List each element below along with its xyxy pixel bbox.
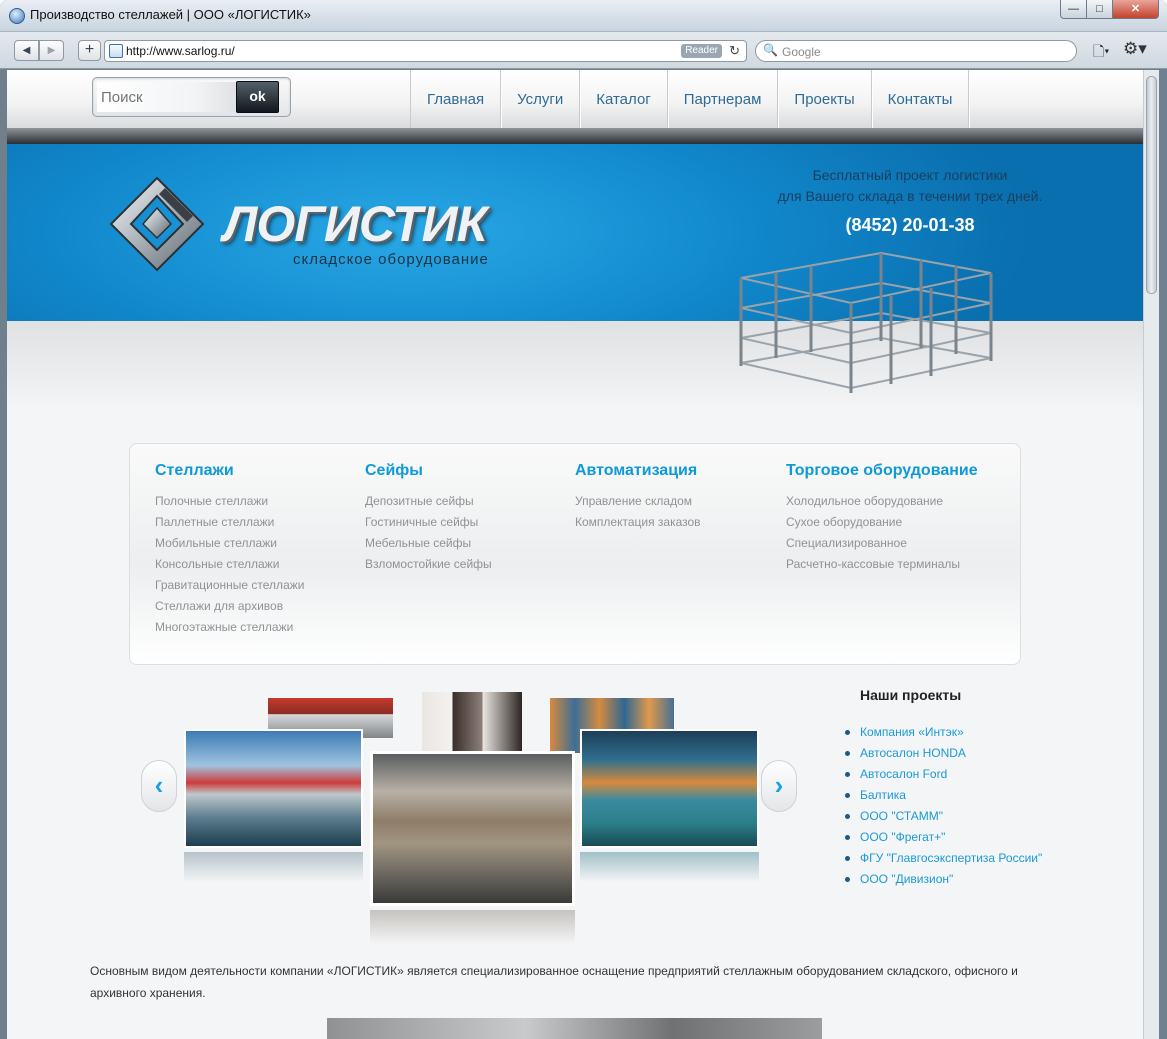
category-title[interactable]: Автоматизация bbox=[575, 462, 701, 480]
window-border bbox=[1159, 70, 1167, 1039]
logo-mark-icon[interactable] bbox=[105, 174, 209, 278]
reader-button[interactable]: Reader bbox=[681, 44, 722, 58]
category-panel: Стеллажи Полочные стеллажи Паллетные сте… bbox=[129, 443, 1021, 665]
browser-window: Производство стеллажей | ООО «ЛОГИСТИК» … bbox=[0, 0, 1167, 1039]
nav-contacts[interactable]: Контакты bbox=[872, 70, 970, 128]
window-title: Производство стеллажей | ООО «ЛОГИСТИК» bbox=[30, 7, 311, 22]
site-search-input[interactable] bbox=[97, 82, 237, 112]
projects-title: Наши проекты bbox=[860, 687, 962, 703]
category-link[interactable]: Комплектация заказов bbox=[575, 512, 701, 533]
minimize-button[interactable]: — bbox=[1060, 0, 1087, 19]
projects-list: Компания «Интэк» Автосалон HONDA Автосал… bbox=[843, 722, 1042, 890]
browser-search-field[interactable]: 🔍 Google bbox=[755, 40, 1077, 62]
title-bar: Производство стеллажей | ООО «ЛОГИСТИК» … bbox=[0, 0, 1167, 32]
category-link[interactable]: Взломостойкие сейфы bbox=[365, 554, 492, 575]
forward-button[interactable]: ▶ bbox=[39, 40, 64, 61]
nav-services[interactable]: Услуги bbox=[501, 70, 581, 128]
carousel-reflection-left bbox=[184, 852, 363, 882]
site-search: ok bbox=[92, 77, 291, 117]
project-link[interactable]: Автосалон Ford bbox=[843, 764, 1042, 785]
carousel-prev-button[interactable]: ‹ bbox=[141, 760, 177, 812]
bottom-photo bbox=[327, 1018, 822, 1039]
search-icon: 🔍 bbox=[763, 43, 778, 57]
category-link[interactable]: Паллетные стеллажи bbox=[155, 512, 304, 533]
category-link[interactable]: Гостиничные сейфы bbox=[365, 512, 492, 533]
about-text: Основным видом деятельности компании «ЛО… bbox=[90, 964, 1018, 1000]
logo-text[interactable]: ЛОГИСТИК bbox=[223, 195, 487, 253]
category-title[interactable]: Стеллажи bbox=[155, 462, 304, 480]
page-icon bbox=[109, 44, 123, 58]
category-link[interactable]: Мобильные стеллажи bbox=[155, 533, 304, 554]
category-link[interactable]: Гравитационные стеллажи bbox=[155, 575, 304, 596]
carousel-photo-center[interactable] bbox=[370, 751, 575, 906]
category-link[interactable]: Стеллажи для архивов bbox=[155, 596, 304, 617]
main-nav: Главная Услуги Каталог Партнерам Проекты… bbox=[410, 70, 970, 128]
project-link[interactable]: Компания «Интэк» bbox=[843, 722, 1042, 743]
nav-partners[interactable]: Партнерам bbox=[668, 70, 779, 128]
maximize-button[interactable]: □ bbox=[1086, 0, 1113, 19]
gear-icon[interactable]: ⚙▾ bbox=[1123, 39, 1147, 59]
category-shelving: Стеллажи Полочные стеллажи Паллетные сте… bbox=[155, 462, 304, 638]
category-link[interactable]: Сухое оборудование bbox=[786, 512, 978, 533]
category-link[interactable]: Управление складом bbox=[575, 491, 701, 512]
category-link[interactable]: Многоэтажные стеллажи bbox=[155, 617, 304, 638]
back-button[interactable]: ◀ bbox=[14, 40, 39, 61]
carousel-reflection-center bbox=[370, 910, 575, 944]
project-link[interactable]: ООО "СТАММ" bbox=[843, 806, 1042, 827]
close-button[interactable]: ✕ bbox=[1112, 0, 1159, 19]
carousel-photo-left[interactable] bbox=[184, 729, 363, 848]
project-link[interactable]: Автосалон HONDA bbox=[843, 743, 1042, 764]
search-ok-button[interactable]: ok bbox=[236, 81, 279, 113]
banner-phone: (8452) 20-01-38 bbox=[845, 215, 975, 235]
promo-line-2: для Вашего склада в течении трех дней. bbox=[777, 188, 1043, 204]
category-link[interactable]: Расчетно-кассовые терминалы bbox=[786, 554, 978, 575]
vertical-scrollbar[interactable] bbox=[1143, 70, 1159, 1039]
category-safes: Сейфы Депозитные сейфы Гостиничные сейфы… bbox=[365, 462, 492, 575]
category-link[interactable]: Специализированное bbox=[786, 533, 978, 554]
web-page: ok Главная Услуги Каталог Партнерам Прое… bbox=[7, 70, 1143, 1039]
browser-toolbar: ◀ ▶ + http://www.sarlog.ru/ Reader ↻ 🔍 G… bbox=[0, 32, 1167, 69]
browser-search-placeholder[interactable]: Google bbox=[782, 45, 821, 59]
category-link[interactable]: Мебельные сейфы bbox=[365, 533, 492, 554]
url-text[interactable]: http://www.sarlog.ru/ bbox=[126, 44, 235, 58]
carousel-photo-back-2[interactable] bbox=[422, 692, 522, 754]
carousel-photo-right[interactable] bbox=[580, 729, 759, 848]
category-link[interactable]: Депозитные сейфы bbox=[365, 491, 492, 512]
reload-icon[interactable]: ↻ bbox=[729, 43, 740, 59]
logo-subtitle: складское оборудование bbox=[293, 251, 489, 268]
header-divider bbox=[7, 128, 1143, 144]
category-link[interactable]: Консольные стеллажи bbox=[155, 554, 304, 575]
category-title[interactable]: Сейфы bbox=[365, 462, 492, 480]
browser-app-icon bbox=[9, 8, 25, 24]
carousel-next-button[interactable]: › bbox=[761, 760, 797, 812]
category-link[interactable]: Полочные стеллажи bbox=[155, 491, 304, 512]
carousel-reflection-right bbox=[580, 852, 759, 882]
nav-projects[interactable]: Проекты bbox=[778, 70, 872, 128]
category-automation: Автоматизация Управление складом Комплек… bbox=[575, 462, 701, 533]
project-link[interactable]: Балтика bbox=[843, 785, 1042, 806]
banner-promo: Бесплатный проект логистики для Вашего с… bbox=[707, 165, 1113, 207]
category-retail: Торговое оборудование Холодильное оборуд… bbox=[786, 462, 978, 575]
project-link[interactable]: ООО "Дивизион" bbox=[843, 869, 1042, 890]
page-menu-icon[interactable]: 🗋▾ bbox=[1093, 41, 1109, 65]
scrollbar-thumb[interactable] bbox=[1146, 76, 1157, 294]
address-bar[interactable]: http://www.sarlog.ru/ Reader ↻ bbox=[104, 40, 747, 62]
project-link[interactable]: ООО "Фрегат+" bbox=[843, 827, 1042, 848]
rack-illustration bbox=[739, 251, 993, 393]
new-tab-button[interactable]: + bbox=[78, 40, 101, 61]
category-title[interactable]: Торговое оборудование bbox=[786, 462, 978, 480]
category-link[interactable]: Холодильное оборудование bbox=[786, 491, 978, 512]
project-link[interactable]: ФГУ "Главгосэкспертиза России" bbox=[843, 848, 1042, 869]
promo-line-1: Бесплатный проект логистики bbox=[812, 167, 1008, 183]
nav-home[interactable]: Главная bbox=[411, 70, 502, 128]
site-header: ok Главная Услуги Каталог Партнерам Прое… bbox=[7, 70, 1143, 132]
nav-catalog[interactable]: Каталог bbox=[580, 70, 668, 128]
